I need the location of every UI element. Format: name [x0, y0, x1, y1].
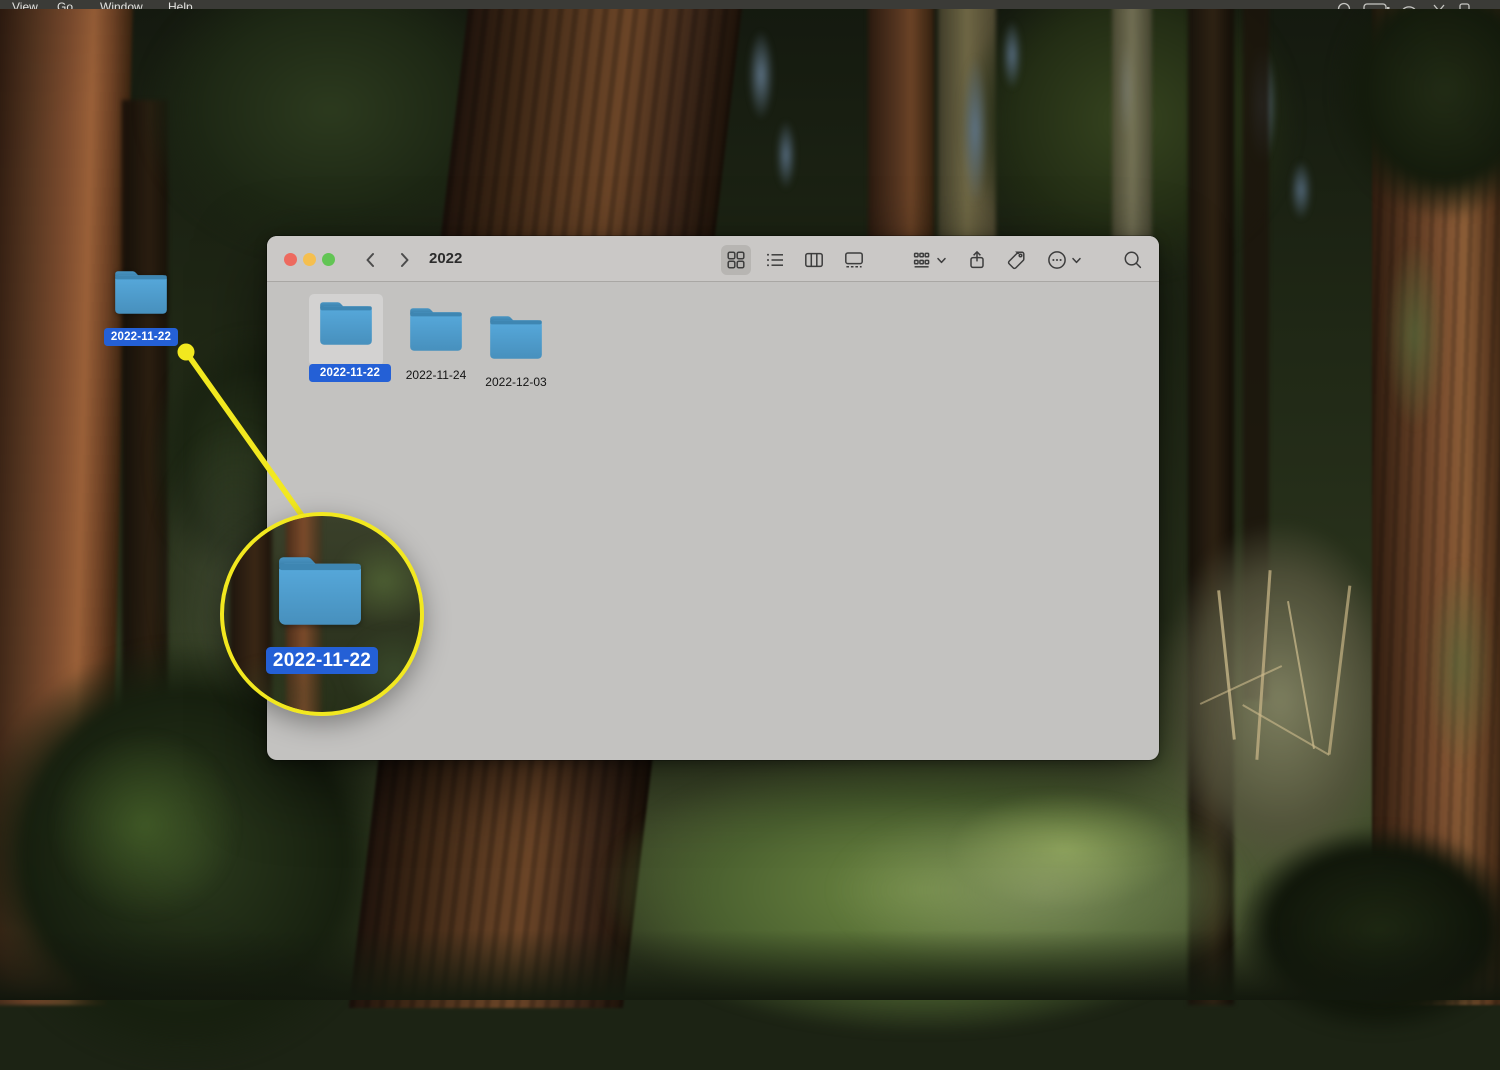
group-by-button[interactable] [903, 245, 955, 275]
folder-icon [112, 268, 170, 317]
menubar-status-icons[interactable] [1330, 1, 1500, 9]
column-view-icon [803, 249, 825, 271]
search-button[interactable] [1118, 245, 1148, 275]
search-icon [1122, 249, 1144, 271]
magnified-folder-icon [274, 552, 366, 630]
share-button[interactable] [962, 245, 992, 275]
control-center-icon [1339, 4, 1350, 10]
tags-button[interactable] [1001, 245, 1031, 275]
minimize-button[interactable] [303, 253, 316, 266]
menu-item-view[interactable]: View [12, 0, 38, 9]
more-actions-button[interactable] [1038, 245, 1090, 275]
list-view-icon [764, 249, 786, 271]
menu-bar: View Go Window Help [0, 0, 1500, 9]
icon-view-button[interactable] [721, 245, 751, 275]
desktop-folder-label: 2022-11-22 [104, 328, 178, 346]
wifi-icon [1402, 7, 1416, 9]
forward-button[interactable] [392, 248, 416, 272]
window-title: 2022 [429, 250, 462, 267]
menu-item-go[interactable]: Go [57, 0, 73, 9]
chevron-down-icon [936, 255, 947, 266]
menu-item-window[interactable]: Window [100, 0, 143, 9]
folder-item[interactable]: 2022-12-03 [481, 294, 551, 389]
chevron-down-icon [1071, 255, 1082, 266]
close-button[interactable] [284, 253, 297, 266]
magnified-folder-label: 2022-11-22 [266, 647, 378, 674]
zoom-button[interactable] [322, 253, 335, 266]
chevron-left-icon [361, 250, 381, 270]
gallery-view-button[interactable] [839, 245, 869, 275]
gallery-view-icon [843, 249, 865, 271]
folder-item[interactable]: 2022-11-24 [401, 294, 471, 382]
folder-icon [407, 305, 465, 354]
folder-label: 2022-11-24 [401, 368, 471, 382]
chevron-right-icon [394, 250, 414, 270]
menu-item-help[interactable]: Help [168, 0, 193, 9]
back-button[interactable] [359, 248, 383, 272]
folder-label: 2022-12-03 [481, 375, 551, 389]
share-icon [966, 249, 988, 271]
folder-icon [487, 313, 545, 362]
callout-magnifier: 2022-11-22 [220, 512, 424, 716]
icon-view-icon [725, 249, 747, 271]
folder-label: 2022-11-22 [309, 364, 391, 382]
battery-icon [1364, 4, 1386, 9]
group-by-icon [911, 249, 933, 271]
spotlight-icon [1434, 5, 1444, 9]
tag-icon [1005, 249, 1027, 271]
folder-item[interactable]: 2022-11-22 [309, 294, 383, 382]
folder-icon [317, 299, 375, 348]
desktop-folder[interactable]: 2022-11-22 [102, 268, 180, 346]
column-view-button[interactable] [799, 245, 829, 275]
ellipsis-circle-icon [1046, 249, 1068, 271]
window-titlebar[interactable]: 2022 [267, 236, 1159, 282]
list-view-button[interactable] [760, 245, 790, 275]
